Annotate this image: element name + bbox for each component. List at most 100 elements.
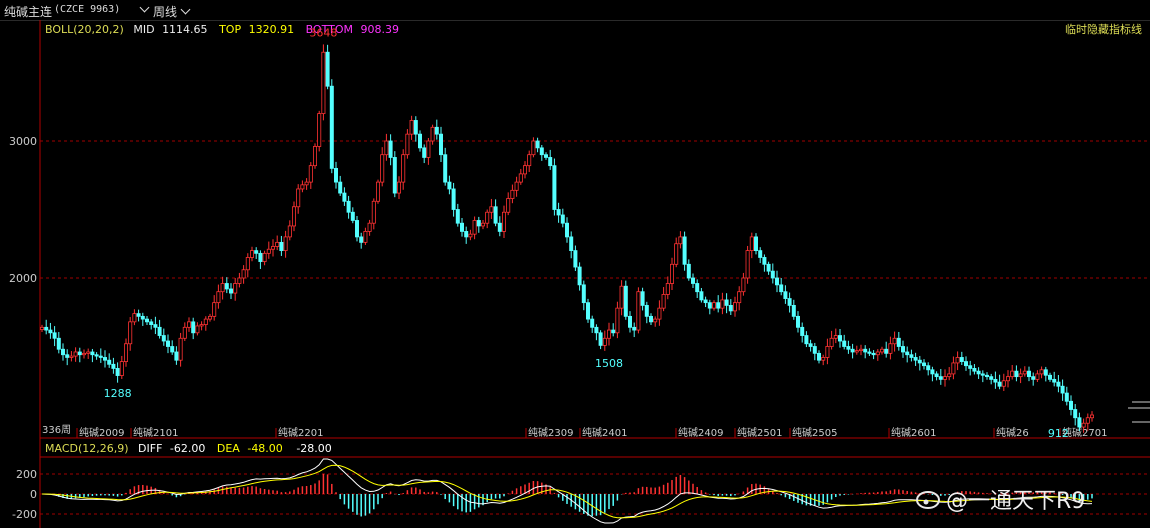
candle: [892, 331, 897, 352]
candle: [468, 229, 473, 241]
macd-diff-value: -62.00: [170, 442, 205, 455]
candle: [317, 110, 322, 152]
macd-y-tick-200: 200: [16, 468, 37, 481]
candle: [430, 124, 435, 145]
macd-dea-value: -48.00: [247, 442, 282, 455]
hide-indicator-button[interactable]: 临时隐藏指标线: [1065, 22, 1142, 36]
candle-body: [497, 222, 502, 232]
macd-dea-label: DEA: [217, 442, 240, 455]
candle: [392, 151, 397, 198]
candle: [157, 319, 162, 339]
candle-body: [287, 225, 292, 238]
candle: [228, 283, 233, 299]
candle: [997, 374, 1002, 390]
candle-body: [1001, 380, 1006, 387]
candle-body: [136, 313, 141, 317]
candle-body: [741, 277, 746, 293]
candle: [838, 328, 843, 348]
candle-body: [850, 348, 855, 353]
candle-body: [1056, 381, 1061, 387]
candle-body: [388, 140, 393, 158]
candle-body: [787, 298, 792, 306]
candle-body: [611, 329, 616, 334]
candle: [842, 334, 847, 350]
boll-top-label: TOP: [218, 23, 241, 36]
candle: [329, 79, 334, 174]
candle: [724, 293, 729, 314]
candle-body: [493, 206, 498, 224]
candle: [321, 44, 326, 121]
candle-body: [124, 343, 129, 362]
candle-body: [174, 351, 179, 361]
candle-body: [905, 351, 910, 356]
candle: [917, 355, 922, 371]
candle-body: [178, 337, 183, 361]
candle-body: [489, 206, 494, 213]
candle: [548, 149, 553, 170]
candle-body: [947, 373, 952, 378]
candle-body: [216, 291, 221, 304]
candle-body: [997, 381, 1002, 387]
candle-body: [90, 351, 95, 356]
candle-body: [934, 373, 939, 378]
candle-body: [1077, 417, 1082, 428]
candle: [930, 366, 935, 382]
candle-body: [712, 302, 717, 309]
candle: [1022, 366, 1027, 377]
candle-body: [296, 188, 301, 208]
candle-body: [602, 337, 607, 346]
candle: [233, 278, 238, 301]
candle: [480, 220, 485, 230]
chart-canvas[interactable]: 3000 2000 200 0 -200 BOLL(20,20,2) MID 1…: [0, 0, 1150, 528]
candle-body: [119, 361, 124, 376]
candle-body: [607, 329, 612, 339]
candle-body: [245, 257, 250, 271]
candle-body: [86, 351, 91, 354]
candle: [291, 201, 296, 232]
candle-body: [913, 357, 918, 361]
candle: [501, 205, 506, 238]
candle-body: [501, 211, 506, 232]
candle-body: [728, 304, 733, 312]
candle: [405, 129, 410, 159]
candle: [207, 313, 212, 322]
candle: [220, 276, 225, 300]
candle-body: [300, 184, 305, 190]
candle: [270, 239, 275, 257]
candle-body: [1052, 378, 1057, 383]
candle-body: [203, 318, 208, 325]
candle: [598, 330, 603, 350]
candle-body: [867, 351, 872, 354]
bar-count-label: 336周: [42, 424, 71, 436]
candle-body: [367, 222, 372, 232]
candle-body: [875, 351, 880, 356]
candle-body: [775, 277, 780, 286]
candle-body: [132, 313, 137, 323]
price-annotation-label: 1288: [104, 387, 132, 400]
candle-body: [161, 335, 166, 342]
candle-body: [182, 326, 187, 339]
candle: [111, 357, 116, 374]
candle-body: [430, 126, 435, 142]
candle: [619, 280, 624, 316]
candle: [86, 348, 91, 359]
candle: [98, 348, 103, 363]
candle: [132, 309, 137, 326]
candle-body: [258, 252, 263, 262]
candle: [762, 254, 767, 272]
candle: [695, 279, 700, 299]
candle: [48, 322, 53, 339]
candle: [451, 182, 456, 217]
candle: [943, 369, 948, 387]
candle-body: [443, 154, 448, 183]
boll-top-value: 1320.91: [249, 23, 295, 36]
candle-body: [191, 321, 196, 334]
x-tick-label: 纯碱26: [996, 426, 1029, 439]
candle: [754, 233, 759, 255]
macd-histogram: [45, 473, 1093, 517]
candle-body: [943, 376, 948, 380]
candle: [1069, 395, 1074, 416]
x-tick-label: 纯碱2401: [582, 426, 627, 439]
candle-body: [270, 246, 275, 250]
candle: [817, 350, 822, 364]
